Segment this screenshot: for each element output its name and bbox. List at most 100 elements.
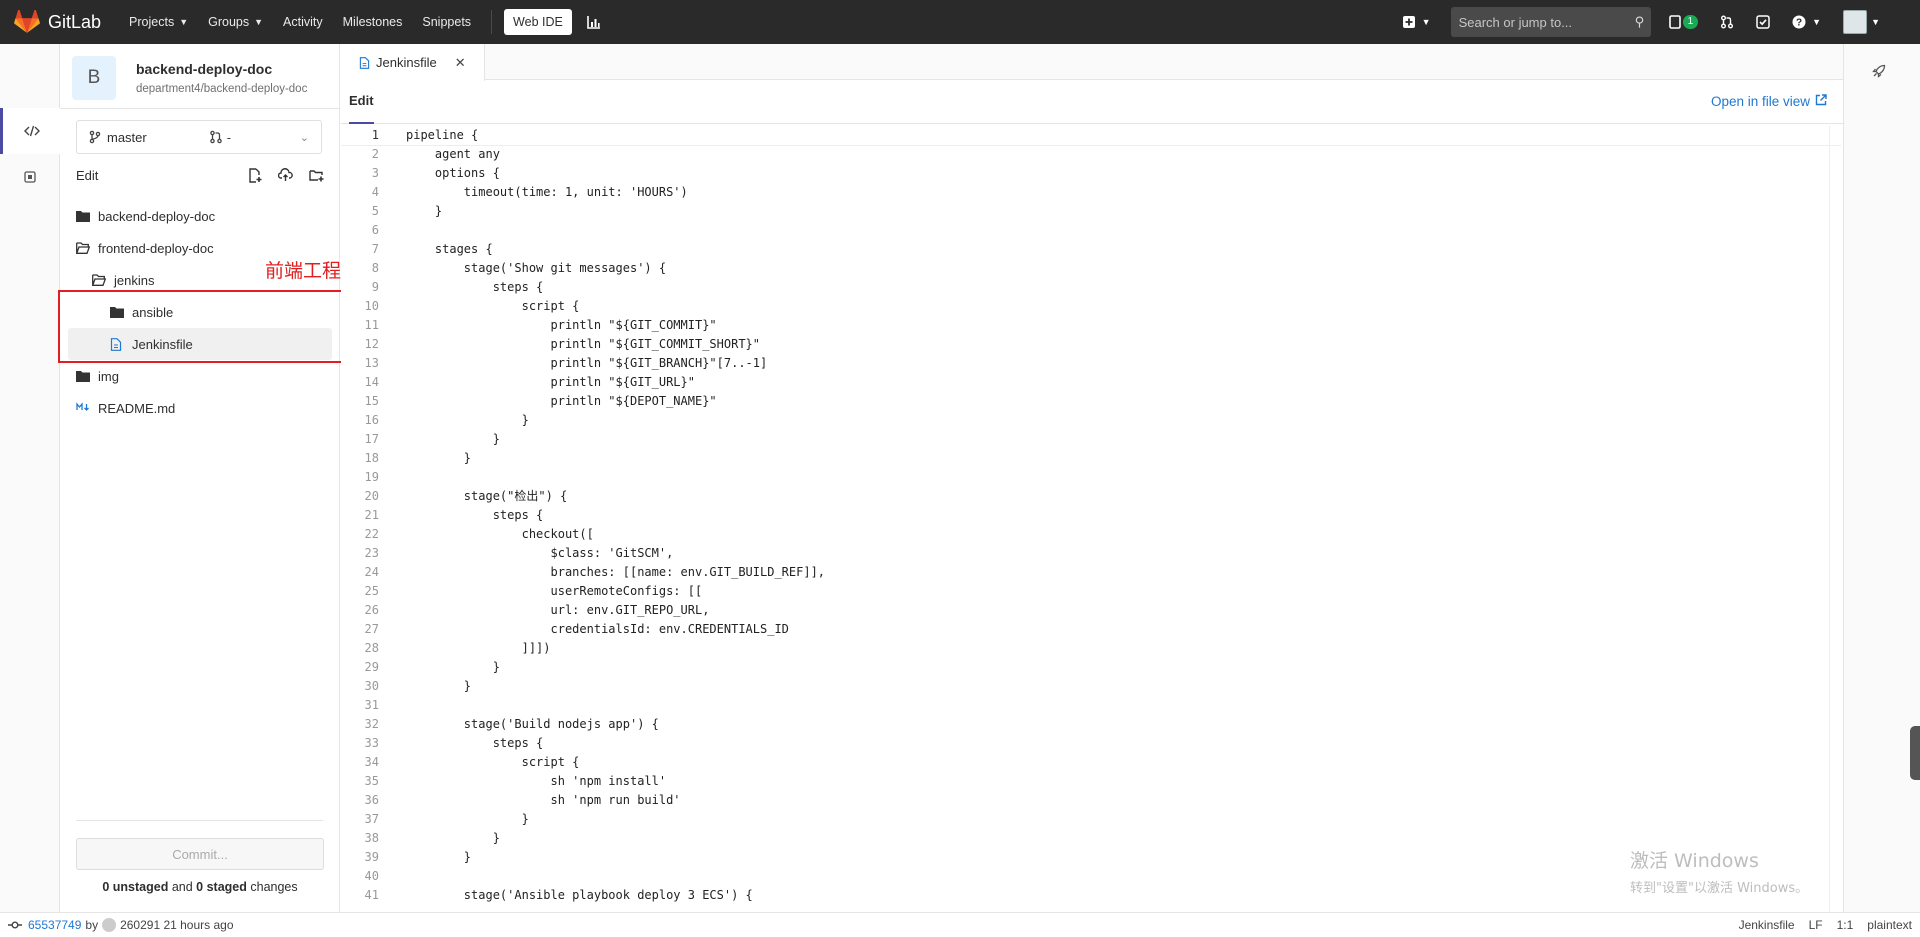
code-line[interactable]: 6 [341, 221, 1841, 240]
code-line[interactable]: 24 branches: [[name: env.GIT_BUILD_REF]]… [341, 563, 1841, 582]
side-drawer-handle[interactable] [1910, 726, 1920, 780]
chevron-down-icon: ▼ [1421, 17, 1431, 27]
code-line[interactable]: 13 println "${GIT_BRANCH}"[7..-1] [341, 354, 1841, 373]
code-text: println "${GIT_URL}" [406, 375, 695, 389]
merge-requests-link[interactable] [1720, 15, 1734, 29]
code-line[interactable]: 22 checkout([ [341, 525, 1841, 544]
tree-item-jenkinsfile[interactable]: Jenkinsfile [68, 328, 332, 360]
line-number: 33 [364, 736, 379, 750]
editor-pane: Jenkinsfile ✕ Edit Open in file view 1 pi… [341, 44, 1843, 912]
pipelines-button[interactable] [1872, 64, 1886, 81]
nav-snippets[interactable]: Snippets [422, 15, 471, 29]
todos-toggle[interactable]: 1 [1668, 15, 1699, 29]
code-line[interactable]: 16 } [341, 411, 1841, 430]
code-line[interactable]: 20 stage("检出") { [341, 487, 1841, 506]
review-mode-button[interactable] [0, 154, 60, 200]
code-line[interactable]: 10 script { [341, 297, 1841, 316]
branch-dropdown[interactable]: master - ⌄ [76, 120, 322, 154]
line-number: 13 [364, 356, 379, 370]
code-line[interactable]: 29 } [341, 658, 1841, 677]
line-number: 36 [364, 793, 379, 807]
code-line[interactable]: 31 [341, 696, 1841, 715]
line-number: 38 [364, 831, 379, 845]
code-text: } [406, 451, 472, 465]
commit-button[interactable]: Commit... [76, 838, 324, 870]
code-line[interactable]: 23 $class: 'GitSCM', [341, 544, 1841, 563]
code-line[interactable]: 34 script { [341, 753, 1841, 772]
editor-tab-jenkinsfile[interactable]: Jenkinsfile ✕ [341, 44, 485, 81]
code-line[interactable]: 28 ]]]) [341, 639, 1841, 658]
open-in-file-view-link[interactable]: Open in file view [1711, 94, 1827, 109]
code-line[interactable]: 40 [341, 867, 1841, 886]
code-line[interactable]: 30 } [341, 677, 1841, 696]
tree-item-backend-deploy-doc[interactable]: backend-deploy-doc [68, 200, 332, 232]
file-preview-icon [24, 171, 36, 183]
close-icon[interactable]: ✕ [455, 55, 466, 71]
line-number: 10 [364, 299, 379, 313]
project-header[interactable]: B backend-deploy-doc department4/backend… [60, 44, 339, 100]
code-line[interactable]: 1 pipeline { [341, 126, 1841, 146]
code-line[interactable]: 35 sh 'npm install' [341, 772, 1841, 791]
code-line[interactable]: 37 } [341, 810, 1841, 829]
code-line[interactable]: 38 } [341, 829, 1841, 848]
code-line[interactable]: 32 stage('Build nodejs app') { [341, 715, 1841, 734]
code-line[interactable]: 33 steps { [341, 734, 1841, 753]
tree-item-readme[interactable]: README.md [68, 392, 332, 424]
new-file-button[interactable] [248, 168, 262, 183]
gitlab-home-link[interactable]: GitLab [14, 10, 101, 34]
analytics-chart-icon[interactable] [586, 14, 602, 30]
code-line[interactable]: 18 } [341, 449, 1841, 468]
chevron-down-icon: ▼ [1871, 17, 1880, 27]
nav-activity[interactable]: Activity [283, 15, 323, 29]
code-editor[interactable]: 1 pipeline {2 agent any 3 options {4 timeo… [341, 126, 1841, 912]
code-line[interactable]: 4 timeout(time: 1, unit: 'HOURS') [341, 183, 1841, 202]
new-item-dropdown[interactable]: ▼ [1402, 15, 1431, 29]
code-line[interactable]: 36 sh 'npm run build' [341, 791, 1841, 810]
editor-tab-label: Jenkinsfile [376, 55, 437, 70]
edit-mode-button[interactable] [0, 108, 60, 154]
code-line[interactable]: 11 println "${GIT_COMMIT}" [341, 316, 1841, 335]
tree-item-label: Jenkinsfile [132, 336, 193, 352]
code-line[interactable]: 41 stage('Ansible playbook deploy 3 ECS'… [341, 886, 1841, 905]
code-line[interactable]: 9 steps { [341, 278, 1841, 297]
code-line[interactable]: 39 } [341, 848, 1841, 867]
last-commit-link[interactable]: 65537749 [28, 918, 81, 932]
project-name[interactable]: backend-deploy-doc [136, 61, 307, 77]
code-line[interactable]: 19 [341, 468, 1841, 487]
help-dropdown[interactable]: ? ▼ [1792, 15, 1821, 29]
nav-milestones[interactable]: Milestones [343, 15, 403, 29]
code-line[interactable]: 5 } [341, 202, 1841, 221]
user-menu[interactable]: ▼ [1843, 10, 1880, 34]
tree-item-img[interactable]: img [68, 360, 332, 392]
code-line[interactable]: 2 agent any [341, 145, 1841, 164]
tab-edit[interactable]: Edit [349, 80, 374, 124]
question-circle-icon: ? [1792, 15, 1806, 29]
code-line[interactable]: 25 userRemoteConfigs: [[ [341, 582, 1841, 601]
code-line[interactable]: 14 println "${GIT_URL}" [341, 373, 1841, 392]
code-line[interactable]: 21 steps { [341, 506, 1841, 525]
editor-scrollbar[interactable] [1829, 126, 1843, 912]
windows-activation-watermark: 激活 Windows 转到"设置"以激活 Windows。 [1630, 846, 1808, 896]
tree-item-ansible[interactable]: ansible [68, 296, 332, 328]
code-line[interactable]: 15 println "${DEPOT_NAME}" [341, 392, 1841, 411]
code-line[interactable]: 3 options { [341, 164, 1841, 183]
code-line[interactable]: 26 url: env.GIT_REPO_URL, [341, 601, 1841, 620]
project-path: department4/backend-deploy-doc [136, 83, 308, 95]
nav-projects[interactable]: Projects ▼ [129, 15, 188, 29]
new-directory-button[interactable] [309, 168, 324, 183]
search-box[interactable]: ⚲ [1450, 7, 1651, 37]
todo-list-link[interactable] [1756, 15, 1770, 29]
code-line[interactable]: 8 stage('Show git messages') { [341, 259, 1841, 278]
line-number: 18 [364, 451, 379, 465]
code-line[interactable]: 17 } [341, 430, 1841, 449]
line-number: 41 [364, 888, 379, 902]
code-line[interactable]: 7 stages { [341, 240, 1841, 259]
nav-groups[interactable]: Groups ▼ [208, 15, 263, 29]
status-filename: Jenkinsfile [1738, 918, 1795, 932]
code-line[interactable]: 12 println "${GIT_COMMIT_SHORT}" [341, 335, 1841, 354]
web-ide-button[interactable]: Web IDE [504, 9, 572, 35]
code-text: checkout([ [406, 527, 594, 541]
upload-file-button[interactable] [278, 168, 293, 183]
code-line[interactable]: 27 credentialsId: env.CREDENTIALS_ID [341, 620, 1841, 639]
search-input[interactable] [1458, 14, 1635, 30]
